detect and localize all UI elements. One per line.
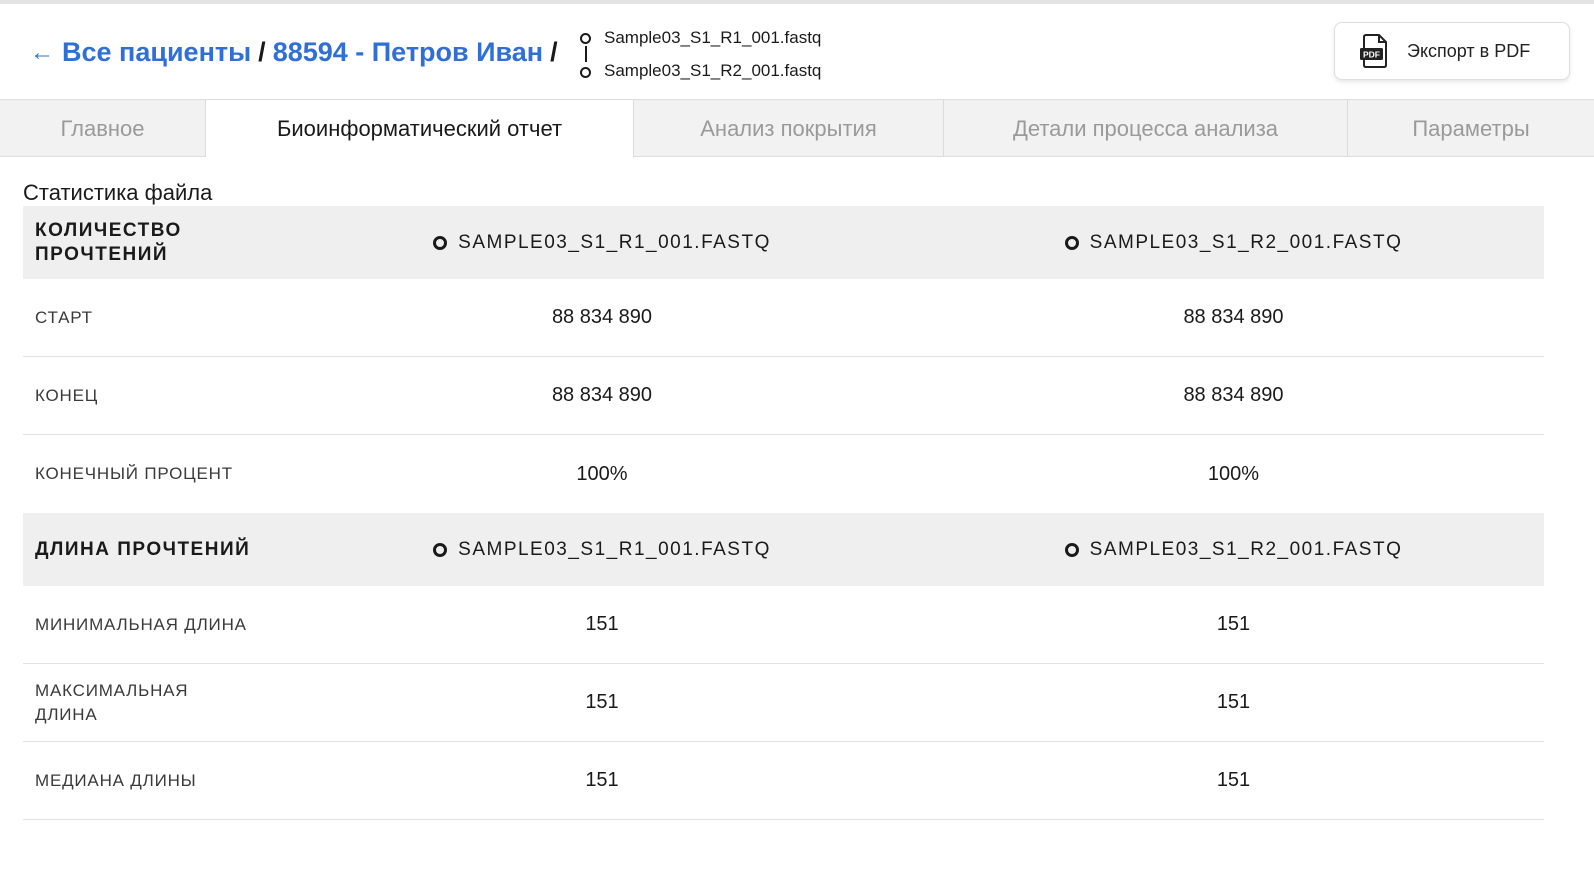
value-r2: 100% [1207,462,1260,485]
row-label: КОНЕЧНЫЙ ПРОЦЕНТ [35,464,233,483]
page-header: ← Все пациенты / 88594 - Петров Иван / S… [0,4,1594,100]
table-header-row: ДЛИНА ПРОЧТЕНИЙ SAMPLE03_S1_R1_001.FASTQ… [23,513,1544,586]
table-row: МИНИМАЛЬНАЯ ДЛИНА 151 151 [23,586,1544,664]
column-header-r1-label: SAMPLE03_S1_R1_001.FASTQ [458,231,771,253]
column-header-r1: SAMPLE03_S1_R1_001.FASTQ [433,539,771,561]
reads-length-header: ДЛИНА ПРОЧТЕНИЙ [35,538,251,560]
breadcrumb-separator: / [258,37,266,67]
tab-parameters[interactable]: Параметры [1348,100,1594,157]
pdf-icon-text: PDF [1363,50,1380,60]
file-circle-icon [1064,235,1079,250]
export-pdf-button[interactable]: PDF Экспорт в PDF [1334,22,1570,80]
tab-bar: Главное Биоинформатический отчет Анализ … [0,100,1594,158]
row-label: МИНИМАЛЬНАЯ ДЛИНА [35,614,247,634]
section-title: Статистика файла [23,180,213,205]
column-header-r1-label: SAMPLE03_S1_R1_001.FASTQ [458,538,771,560]
file-circle-icon [433,235,448,250]
pdf-file-icon: PDF [1360,34,1387,68]
column-header-r2: SAMPLE03_S1_R2_001.FASTQ [1064,231,1403,254]
table-row: КОНЕЧНЫЙ ПРОЦЕНТ 100% 100% [23,435,1544,513]
back-link-label: Все пациенты [62,37,252,67]
column-header-r2: SAMPLE03_S1_R2_001.FASTQ [1064,538,1403,561]
value-r1: 100% [576,462,628,485]
value-r2: 151 [1216,691,1251,713]
file-circle-icon [580,33,591,44]
breadcrumb: ← Все пациенты / 88594 - Петров Иван / [30,37,565,68]
export-pdf-label: Экспорт в PDF [1407,40,1531,61]
value-r2: 88 834 890 [1183,306,1284,328]
patient-link[interactable]: 88594 - Петров Иван [273,37,543,68]
tab-bioinformatics-report[interactable]: Биоинформатический отчет [206,100,634,158]
column-header-r2-label: SAMPLE03_S1_R2_001.FASTQ [1089,231,1403,253]
breadcrumb-separator: / [550,37,558,67]
table-header-row: КОЛИЧЕСТВО ПРОЧТЕНИЙ SAMPLE03_S1_R1_001.… [23,206,1544,279]
tab-analysis-process-details[interactable]: Детали процесса анализа [944,100,1348,157]
value-r2: 151 [1216,769,1251,791]
file-circle-icon [580,67,591,78]
file-circle-icon [433,542,448,557]
reads-count-table: КОЛИЧЕСТВО ПРОЧТЕНИЙ SAMPLE03_S1_R1_001.… [23,206,1544,513]
value-r1: 151 [585,769,619,791]
file-circle-icon [1064,542,1079,557]
value-r1: 151 [585,613,619,635]
value-r2: 88 834 890 [1183,384,1284,406]
table-row: МЕДИАНА ДЛИНЫ 151 151 [23,742,1544,820]
row-label: МЕДИАНА ДЛИНЫ [35,770,197,790]
row-label: СТАРТ [35,307,93,327]
row-label: МАКСИМАЛЬНАЯ ДЛИНА [35,680,189,724]
table-row: КОНЕЦ 88 834 890 88 834 890 [23,357,1544,435]
value-r2: 151 [1216,613,1251,635]
tab-main[interactable]: Главное [0,100,206,157]
file-r2-name: Sample03_S1_R2_001.fastq [604,61,822,80]
reads-length-table: ДЛИНА ПРОЧТЕНИЙ SAMPLE03_S1_R1_001.FASTQ… [23,513,1544,820]
table-row: СТАРТ 88 834 890 88 834 890 [23,279,1544,357]
row-label: КОНЕЦ [35,385,99,405]
value-r1: 88 834 890 [551,384,653,406]
table-row: МАКСИМАЛЬНАЯ ДЛИНА 151 151 [23,664,1544,742]
arrow-left-icon: ← [30,38,54,66]
value-r1: 88 834 890 [551,306,653,328]
back-to-patients-link[interactable]: ← Все пациенты [30,37,251,68]
tab-coverage-analysis[interactable]: Анализ покрытия [634,100,944,157]
sample-files-pair: Sample03_S1_R1_001.fastq Sample03_S1_R2_… [580,26,860,82]
file-connector-line [584,46,587,62]
value-r1: 151 [585,691,619,713]
column-header-r1: SAMPLE03_S1_R1_001.FASTQ [433,232,771,254]
column-header-r2-label: SAMPLE03_S1_R2_001.FASTQ [1089,538,1403,560]
reads-count-header: КОЛИЧЕСТВО ПРОЧТЕНИЙ [35,219,182,265]
file-r1-name: Sample03_S1_R1_001.fastq [604,28,822,47]
